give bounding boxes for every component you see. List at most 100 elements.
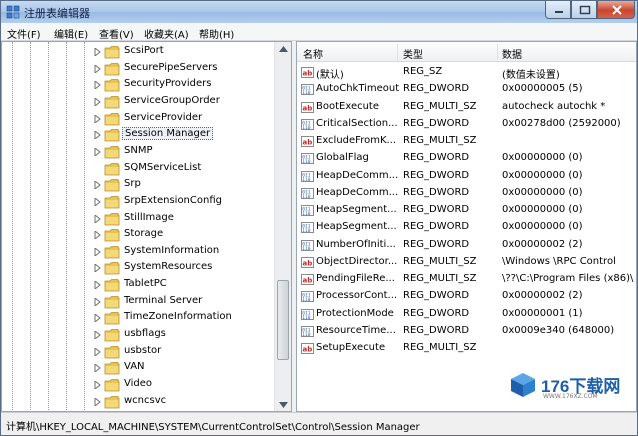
tree-node[interactable]: ServiceGroupOrder [94, 94, 274, 110]
value-name: BootExecute [316, 100, 380, 112]
expand-arrow-icon[interactable] [94, 381, 101, 389]
menu-favorites[interactable]: 收藏夹(A) [144, 26, 189, 41]
menu-help[interactable]: 帮助(H) [199, 26, 234, 41]
value-row[interactable]: 011 110 ProtectionMode REG_DWORD 0x00000001 … [297, 306, 636, 323]
tree-node[interactable]: usbflags [94, 327, 274, 343]
site-watermark: 176下载网 WWW.176XZ.COM [509, 369, 633, 405]
expand-arrow-icon[interactable] [94, 281, 101, 290]
expand-arrow-icon[interactable] [94, 247, 101, 256]
expand-arrow-icon[interactable] [94, 264, 101, 273]
tree-node[interactable]: Srp [94, 177, 274, 193]
tree-node[interactable]: Terminal Server [94, 294, 274, 310]
tree-node[interactable]: SystemResources [94, 260, 274, 276]
value-row[interactable]: 011 110 CriticalSection... REG_DWORD 0x00278… [297, 116, 636, 133]
tree-node[interactable]: VAN [94, 360, 274, 376]
tree-node[interactable]: ScsiPort [94, 44, 274, 60]
svg-text:110: 110 [302, 90, 311, 96]
expand-arrow-icon[interactable] [94, 347, 101, 356]
value-row[interactable]: 011 110 HeapSegment... REG_DWORD 0x00000000 … [297, 219, 636, 236]
close-button[interactable] [597, 1, 635, 19]
svg-text:ab: ab [303, 346, 313, 354]
expand-arrow-icon[interactable] [94, 214, 101, 223]
tree-node[interactable]: TabletPC [94, 277, 274, 293]
value-row[interactable]: 011 110 HeapDeComm... REG_DWORD 0x00000000 (… [297, 168, 636, 185]
expand-arrow-icon[interactable] [94, 81, 101, 90]
value-type: REG_DWORD [403, 221, 470, 233]
scrollbar-thumb[interactable] [277, 280, 289, 360]
tree-node[interactable]: Storage [94, 227, 274, 243]
expand-arrow-icon[interactable] [94, 114, 101, 123]
value-row[interactable]: 011 110 GlobalFlag REG_DWORD 0x00000000 (0) [297, 150, 636, 167]
tree-node[interactable]: StillImage [94, 211, 274, 227]
expand-arrow-icon[interactable] [94, 197, 101, 206]
expand-arrow-icon[interactable] [94, 231, 101, 240]
value-name: HeapSegment... [316, 221, 397, 233]
tree-node[interactable]: SecurityProviders [94, 77, 274, 93]
tree-node[interactable]: Video [94, 377, 274, 393]
value-type: REG_DWORD [403, 152, 470, 164]
tree-vertical-scrollbar[interactable] [274, 42, 291, 411]
tree-node[interactable]: SystemInformation [94, 244, 274, 260]
value-row[interactable]: 011 110 HeapDeComm... REG_DWORD 0x00000000 (… [297, 185, 636, 202]
menu-view[interactable]: 查看(V) [99, 26, 134, 41]
tree-node-label: ServiceGroupOrder [124, 94, 220, 106]
tree-node[interactable]: SrpExtensionConfig [94, 194, 274, 210]
minimize-button[interactable] [545, 1, 571, 19]
column-header-name[interactable]: 名称 [303, 46, 323, 61]
tree-node-label: StillImage [124, 211, 174, 223]
title-bar[interactable]: 注册表编辑器 [1, 1, 637, 23]
value-type: REG_DWORD [403, 324, 470, 336]
string-value-icon: ab [301, 67, 314, 78]
expand-arrow-icon[interactable] [94, 297, 101, 306]
expand-arrow-icon[interactable] [94, 64, 101, 73]
expand-arrow-icon[interactable] [94, 147, 101, 156]
scroll-up-arrow-icon[interactable] [279, 46, 288, 52]
value-row[interactable]: ab SetupExecute REG_MULTI_SZ [297, 340, 636, 357]
svg-text:110: 110 [302, 297, 311, 303]
tree-node[interactable]: Session Manager [94, 127, 274, 143]
value-row[interactable]: 011 110 ResourceTime... REG_DWORD 0x0009e340… [297, 323, 636, 340]
value-data: 0x00000000 (0) [502, 204, 583, 215]
value-row[interactable]: 011 110 HeapSegment... REG_DWORD 0x00000000 … [297, 202, 636, 219]
value-row[interactable]: ab ExcludeFromK... REG_MULTI_SZ [297, 133, 636, 150]
value-name: ResourceTime... [316, 324, 396, 336]
column-header-data[interactable]: 数据 [502, 46, 522, 61]
value-row[interactable]: 011 110 NumberOfIniti... REG_DWORD 0x0000000… [297, 237, 636, 254]
value-row[interactable]: ab BootExecute REG_MULTI_SZ autocheck autoc… [297, 99, 636, 116]
tree-node-label: TabletPC [124, 278, 167, 290]
value-row[interactable]: 011 110 AutoChkTimeout REG_DWORD 0x00000005 … [297, 81, 636, 98]
expand-arrow-icon[interactable] [94, 131, 101, 140]
value-row[interactable]: 011 110 ProcessorCont... REG_DWORD 0x0000000… [297, 288, 636, 305]
expand-arrow-icon[interactable] [94, 331, 101, 340]
tree-guide-line [48, 42, 49, 411]
value-data: 0x00000002 (2) [502, 238, 583, 250]
key-tree-pane[interactable]: ScsiPort SecurePipeServers SecurityProvide… [1, 41, 292, 412]
menu-edit[interactable]: 编辑(E) [54, 26, 88, 41]
expand-arrow-icon[interactable] [94, 397, 101, 406]
tree-node[interactable]: SQMServiceList [94, 161, 274, 177]
expand-arrow-icon[interactable] [94, 97, 101, 106]
tree-node[interactable]: TimeZoneInformation [94, 310, 274, 326]
column-separator[interactable] [397, 44, 398, 60]
menu-file[interactable]: 文件(F) [7, 26, 41, 41]
column-header-type[interactable]: 类型 [403, 46, 423, 61]
expand-arrow-icon[interactable] [94, 364, 101, 373]
expand-arrow-icon[interactable] [94, 48, 101, 56]
value-row[interactable]: ab (默认) REG_SZ (数值未设置) [297, 64, 636, 81]
value-list-pane[interactable]: 名称 类型 数据 ab (默认) REG_SZ (数值未设置) 011 110 AutoCh… [296, 41, 637, 412]
column-separator[interactable] [497, 44, 498, 60]
tree-node[interactable]: ServiceProvider [94, 111, 274, 127]
svg-text:110: 110 [302, 332, 311, 338]
value-row[interactable]: ab ObjectDirector... REG_MULTI_SZ \Windows … [297, 254, 636, 271]
tree-node[interactable]: wcncsvc [94, 394, 274, 410]
expand-arrow-icon[interactable] [94, 314, 101, 323]
expand-arrow-icon[interactable] [94, 181, 101, 190]
maximize-button[interactable] [571, 1, 597, 19]
value-type: REG_DWORD [403, 169, 470, 181]
tree-node[interactable]: SNMP [94, 144, 274, 160]
tree-node[interactable]: usbstor [94, 344, 274, 360]
svg-text:110: 110 [302, 211, 311, 217]
scroll-down-arrow-icon[interactable] [279, 402, 288, 408]
tree-node[interactable]: SecurePipeServers [94, 61, 274, 77]
value-row[interactable]: ab PendingFileRe... REG_MULTI_SZ \??\C:\Pro… [297, 271, 636, 288]
